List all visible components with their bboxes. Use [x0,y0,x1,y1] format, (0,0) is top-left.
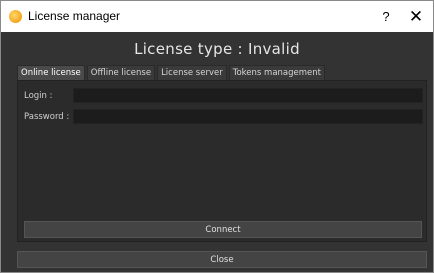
tab-offline-license[interactable]: Offline license [86,65,156,80]
help-button[interactable]: ? [369,1,403,32]
license-manager-window: License manager ? ✕ License type : Inval… [0,0,434,273]
title-bar[interactable]: License manager ? ✕ [1,1,433,32]
tab-online-license[interactable]: Online license [17,65,85,80]
online-license-panel: Login : Password : Connect [17,80,427,242]
tab-tokens-management[interactable]: Tokens management [228,65,325,80]
tab-license-server[interactable]: License server [157,65,227,80]
close-window-button[interactable]: ✕ [399,1,433,32]
window-title: License manager [28,9,121,23]
connect-button[interactable]: Connect [24,221,422,238]
close-button[interactable]: Close [17,251,427,268]
password-label: Password : [24,112,70,122]
tab-bar: Online license Offline license License s… [17,65,327,80]
login-field[interactable] [73,88,423,103]
login-label: Login : [24,91,53,101]
app-icon [9,10,22,23]
license-type-heading: License type : Invalid [134,40,300,58]
password-field[interactable] [73,109,423,124]
